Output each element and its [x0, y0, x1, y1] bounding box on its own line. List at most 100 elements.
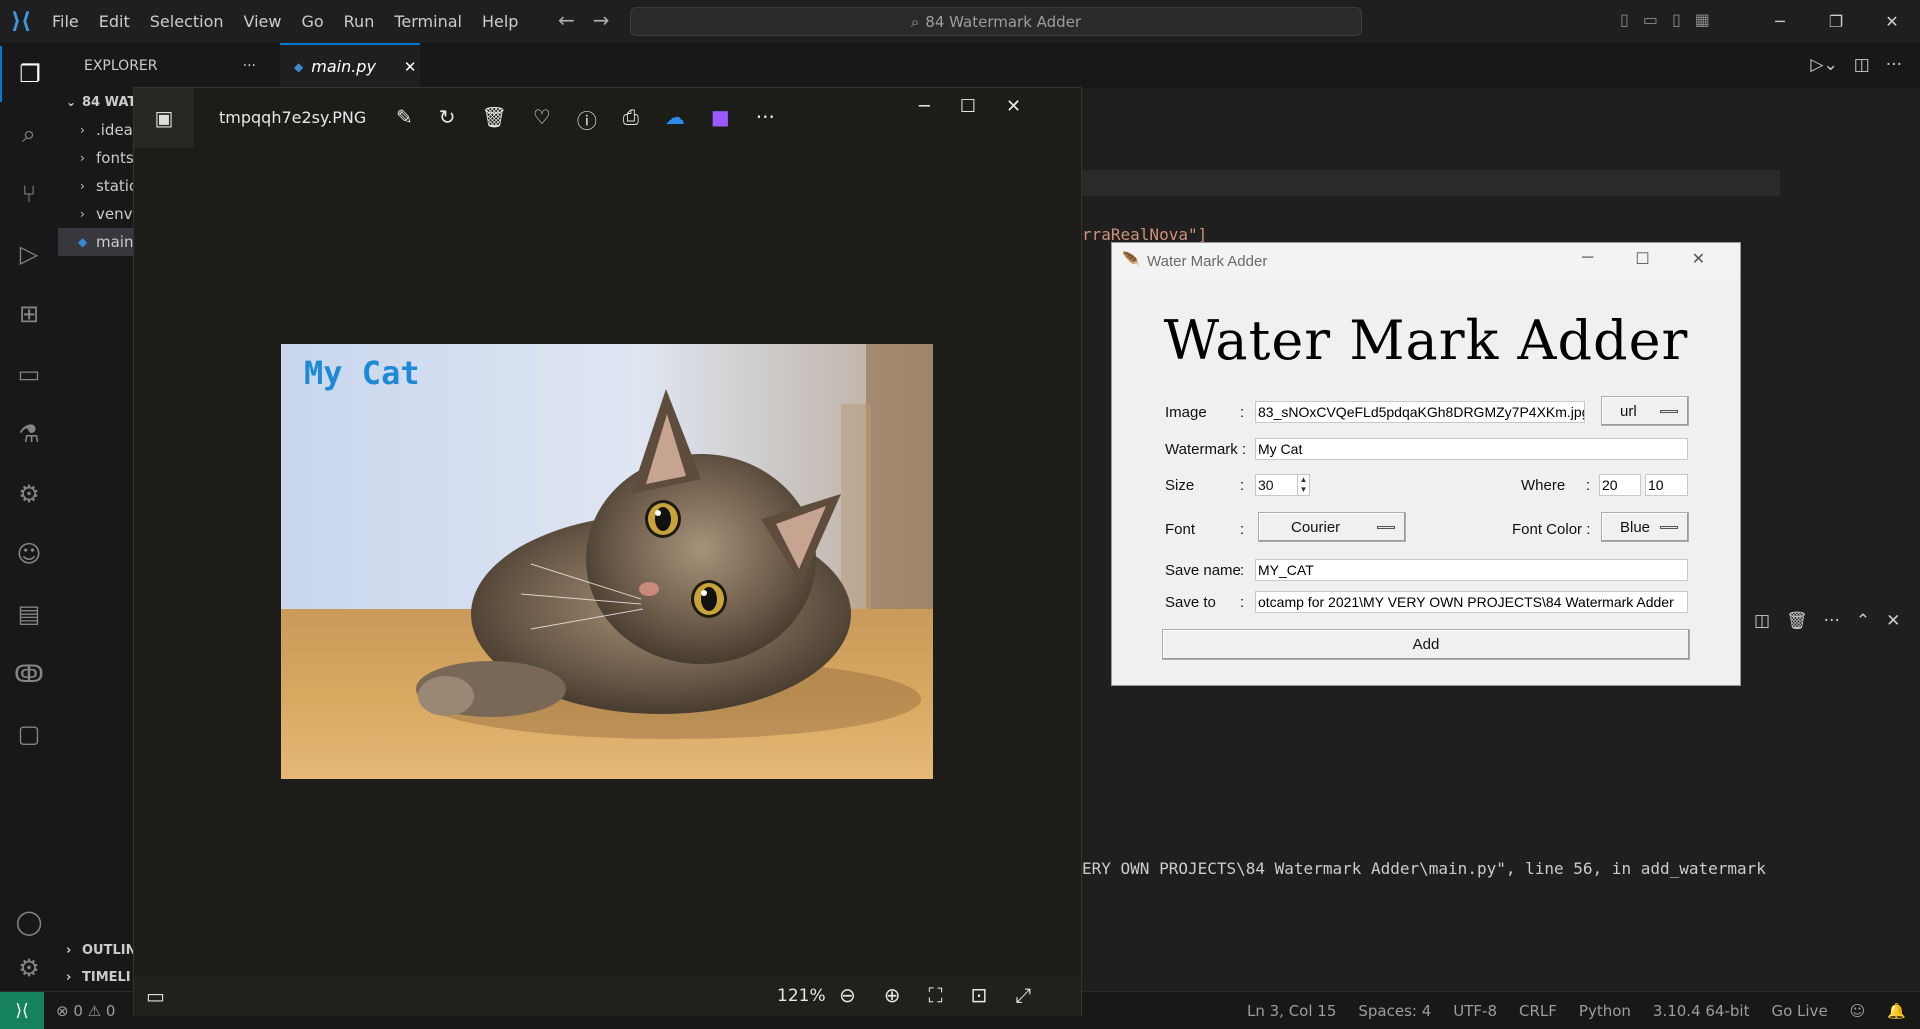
close-tab-icon[interactable]: ✕: [404, 58, 417, 76]
add-watermark-button[interactable]: Add: [1162, 629, 1690, 660]
info-icon[interactable]: ⓘ: [577, 105, 597, 134]
folder-icon[interactable]: ▤: [0, 586, 58, 642]
comments-icon[interactable]: ▢: [0, 706, 58, 762]
project-label: 84 WAT: [82, 94, 137, 110]
font-color-value: Blue: [1620, 518, 1651, 536]
run-python-icon[interactable]: ▷⌄: [1810, 55, 1837, 75]
favorite-heart-icon[interactable]: ♡: [533, 105, 551, 134]
back-arrow-icon[interactable]: ←: [558, 8, 575, 32]
python-interpreter[interactable]: 3.10.4 64-bit: [1653, 1002, 1750, 1020]
forward-arrow-icon[interactable]: →: [593, 8, 610, 32]
title-bar: ⟩⟨ File Edit Selection View Go Run Termi…: [0, 0, 1920, 43]
source-control-icon[interactable]: ⑂: [0, 166, 58, 222]
spinbox-arrows-icon[interactable]: ▲ ▼: [1297, 475, 1309, 495]
indentation-status[interactable]: Spaces: 4: [1358, 1002, 1431, 1020]
notifications-bell-icon[interactable]: 🔔: [1887, 1002, 1906, 1020]
font-dropdown[interactable]: Courier: [1258, 512, 1406, 542]
font-color-dropdown[interactable]: Blue: [1601, 512, 1689, 542]
cursor-position[interactable]: Ln 3, Col 15: [1247, 1002, 1336, 1020]
menu-edit[interactable]: Edit: [89, 12, 140, 31]
save-name-input[interactable]: MY_CAT: [1255, 559, 1688, 581]
watermark-text-input[interactable]: My Cat: [1255, 438, 1688, 460]
edit-image-icon[interactable]: ✎: [396, 105, 413, 134]
more-actions-icon[interactable]: ···: [1824, 611, 1840, 631]
more-options-icon[interactable]: ···: [756, 105, 775, 134]
toggle-secondary-sidebar-icon[interactable]: ▯: [1672, 10, 1681, 29]
close-icon[interactable]: ✕: [1006, 96, 1021, 117]
alien-icon[interactable]: ☺: [0, 526, 58, 582]
menu-terminal[interactable]: Terminal: [384, 12, 472, 31]
rotate-icon[interactable]: ↻: [439, 105, 456, 134]
zoom-in-icon[interactable]: ⊕: [884, 983, 901, 1007]
git-graph-icon[interactable]: ↂ: [0, 646, 58, 702]
full-screen-icon[interactable]: ⤢: [1015, 983, 1031, 1007]
tab-main-py[interactable]: ◆ main.py ✕: [280, 43, 420, 88]
extensions-icon[interactable]: ⊞: [0, 286, 58, 342]
tree-item-label: fonts: [96, 149, 134, 167]
tk-feather-icon: 🪶: [1122, 252, 1141, 269]
watermark-label: Watermark :: [1165, 441, 1247, 458]
where-y-input[interactable]: 10: [1645, 474, 1688, 496]
kill-terminal-icon[interactable]: 🗑: [1786, 611, 1808, 631]
run-debug-icon[interactable]: ▷: [0, 226, 58, 282]
navigation-arrows: ← →: [558, 8, 610, 32]
minimize-icon[interactable]: ─: [919, 96, 930, 117]
encoding-status[interactable]: UTF-8: [1453, 1002, 1497, 1020]
onedrive-cloud-icon[interactable]: ☁: [665, 105, 685, 134]
actual-size-icon[interactable]: ⊡: [971, 983, 988, 1007]
explorer-icon[interactable]: ❐: [0, 46, 58, 102]
where-x-input[interactable]: 20: [1599, 474, 1641, 496]
menu-go[interactable]: Go: [291, 12, 333, 31]
menu-run[interactable]: Run: [334, 12, 385, 31]
print-icon[interactable]: ⎙: [623, 105, 639, 134]
language-mode[interactable]: Python: [1579, 1002, 1631, 1020]
docker-icon[interactable]: ⚙: [0, 466, 58, 522]
zoom-out-icon[interactable]: ⊖: [839, 983, 856, 1007]
image-path-input[interactable]: 83_sNOxCVQeFLd5pdqaKGh8DRGMZy7P4XKm.jpg: [1255, 401, 1585, 423]
save-to-input[interactable]: otcamp for 2021\MY VERY OWN PROJECTS\84 …: [1255, 591, 1688, 613]
toggle-panel-icon[interactable]: ▭: [1643, 10, 1658, 29]
settings-gear-icon[interactable]: ⚙: [0, 940, 58, 996]
close-icon[interactable]: ✕: [1864, 0, 1920, 43]
split-editor-icon[interactable]: ◫: [1854, 55, 1870, 75]
problems-status[interactable]: ⊗ 0 ⚠ 0: [56, 1002, 115, 1020]
search-icon[interactable]: ⌕: [0, 106, 58, 162]
size-spinbox[interactable]: 30 ▲ ▼: [1255, 474, 1310, 496]
maximize-icon[interactable]: ☐: [960, 96, 976, 117]
testing-icon[interactable]: ⚗: [0, 406, 58, 462]
toggle-sidebar-icon[interactable]: ▯: [1620, 10, 1629, 29]
photo-file-name: tmpqqh7e2sy.PNG: [219, 108, 367, 127]
go-live-button[interactable]: Go Live: [1771, 1002, 1827, 1020]
more-actions-icon[interactable]: ···: [243, 58, 256, 74]
copilot-icon[interactable]: ☺: [1850, 1002, 1866, 1020]
layout-controls: ▯ ▭ ▯ ▦: [1620, 10, 1710, 29]
maximize-icon[interactable]: ☐: [1635, 249, 1649, 269]
delete-icon[interactable]: 🗑: [482, 105, 507, 134]
menu-view[interactable]: View: [234, 12, 292, 31]
close-icon[interactable]: ✕: [1692, 249, 1705, 269]
photo-viewer-footer: ▭ 121% ⊖ ⊕ ⛶ ⊡ ⤢: [134, 976, 1081, 1016]
eol-status[interactable]: CRLF: [1519, 1002, 1557, 1020]
filmstrip-icon[interactable]: ▭: [146, 984, 165, 1008]
restore-icon[interactable]: ❐: [1808, 0, 1864, 43]
tab-label: main.py: [311, 57, 376, 76]
split-terminal-icon[interactable]: ◫: [1754, 611, 1770, 631]
fit-to-window-icon[interactable]: ⛶: [929, 983, 943, 1007]
more-actions-icon[interactable]: ···: [1886, 55, 1902, 75]
clipchamp-icon[interactable]: ■: [711, 105, 730, 134]
remote-explorer-icon[interactable]: ▭: [0, 346, 58, 402]
maximize-panel-icon[interactable]: ⌃: [1856, 611, 1870, 631]
minimize-icon[interactable]: ─: [1582, 249, 1593, 269]
close-panel-icon[interactable]: ✕: [1886, 611, 1900, 631]
menu-help[interactable]: Help: [472, 12, 528, 31]
menu-file[interactable]: File: [42, 12, 89, 31]
image-source-value: url: [1620, 402, 1637, 420]
customize-layout-icon[interactable]: ▦: [1695, 10, 1710, 29]
menu-selection[interactable]: Selection: [140, 12, 234, 31]
minimize-icon[interactable]: ─: [1752, 0, 1808, 43]
remote-indicator-icon[interactable]: ⟩⟨: [0, 991, 44, 1029]
chevron-right-icon: ›: [80, 151, 85, 165]
cat-photo-illustration: [281, 344, 933, 779]
command-center-search[interactable]: ⌕ 84 Watermark Adder: [630, 7, 1362, 36]
image-source-dropdown[interactable]: url: [1601, 396, 1689, 426]
